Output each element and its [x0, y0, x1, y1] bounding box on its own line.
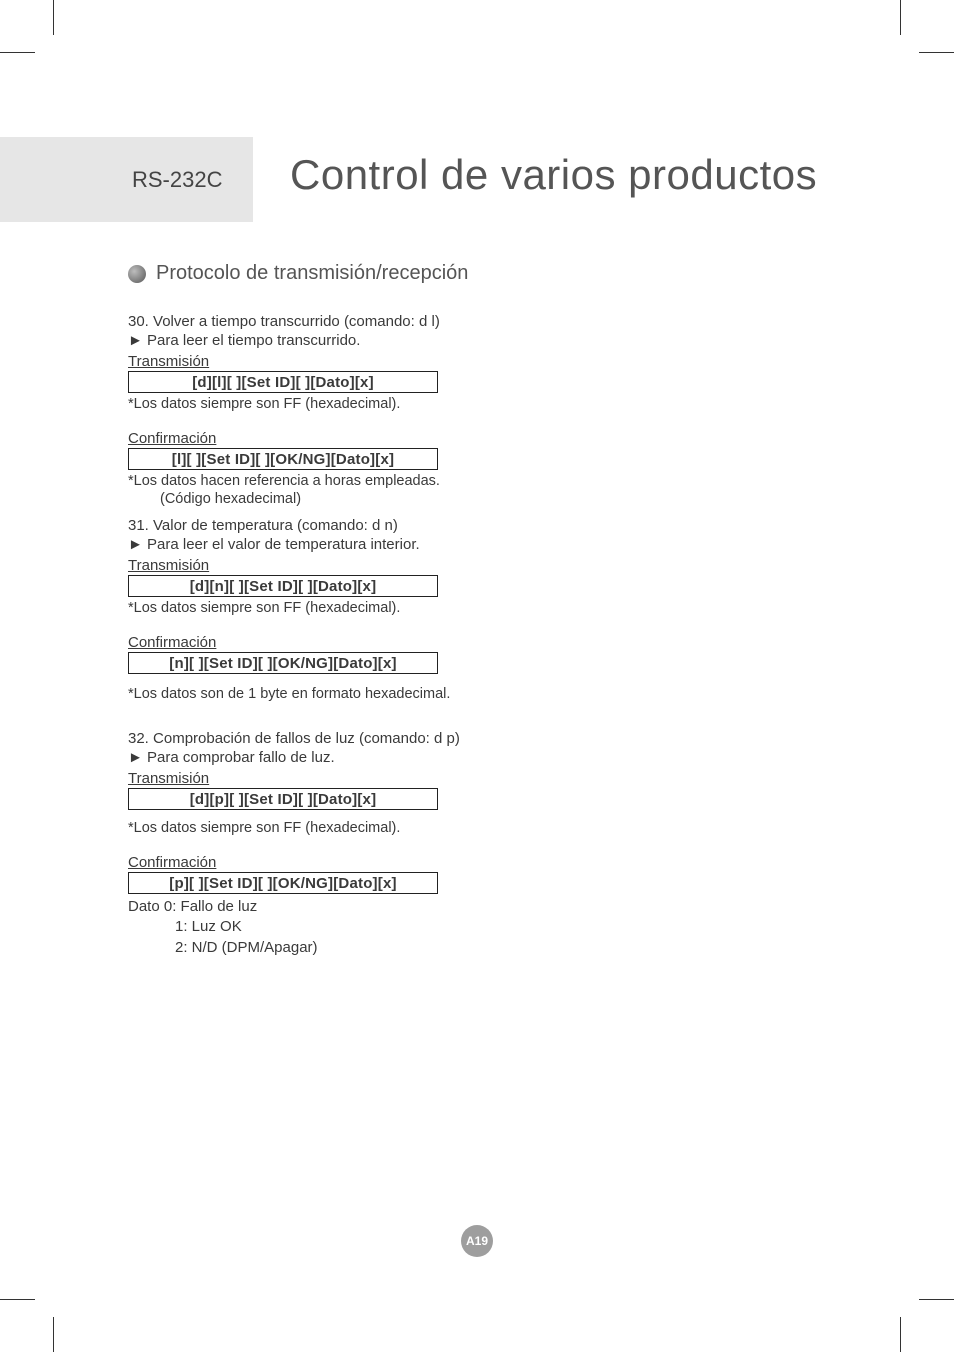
cmd31-tx-label: Transmisión	[128, 557, 848, 574]
crop-mark	[0, 1299, 35, 1300]
crop-mark	[900, 1317, 901, 1352]
page: RS-232C Control de varios productos Prot…	[0, 0, 954, 1352]
cmd30-cf-box: [l][ ][Set ID][ ][OK/NG][Dato][x]	[128, 448, 438, 470]
cmd30-cf-note1: *Los datos hacen referencia a horas empl…	[128, 473, 848, 489]
cmd32-cf-label: Confirmación	[128, 854, 848, 871]
page-number-badge: A19	[461, 1225, 493, 1257]
cmd30-cf-note2: (Código hexadecimal)	[160, 491, 848, 507]
cmd32-title: 32. Comprobación de fallos de luz (coman…	[128, 730, 848, 747]
cmd32-cf-box: [p][ ][Set ID][ ][OK/NG][Dato][x]	[128, 872, 438, 894]
cmd30-cf-label: Confirmación	[128, 430, 848, 447]
header-band: RS-232C Control de varios productos	[0, 137, 900, 222]
bullet-icon	[128, 265, 146, 283]
cmd32-dato-line2: 1: Luz OK	[175, 917, 848, 937]
cmd31-sub: ► Para leer el valor de temperatura inte…	[128, 536, 848, 553]
cmd32-tx-note: *Los datos siempre son FF (hexadecimal).	[128, 820, 848, 836]
cmd32-dato-block: Dato 0: Fallo de luz 1: Luz OK 2: N/D (D…	[128, 897, 848, 958]
crop-mark	[0, 52, 35, 53]
cmd30-tx-label: Transmisión	[128, 353, 848, 370]
cmd32-tx-label: Transmisión	[128, 770, 848, 787]
crop-mark	[53, 1317, 54, 1352]
crop-mark	[919, 52, 954, 53]
cmd32-dato-line1: Dato 0: Fallo de luz	[128, 897, 848, 917]
cmd30-title: 30. Volver a tiempo transcurrido (comand…	[128, 313, 848, 330]
cmd32-dato-line3: 2: N/D (DPM/Apagar)	[175, 938, 848, 958]
section-header: Protocolo de transmisión/recepción	[128, 262, 848, 285]
cmd31-tx-note: *Los datos siempre son FF (hexadecimal).	[128, 600, 848, 616]
cmd32-tx-box: [d][p][ ][Set ID][ ][Dato][x]	[128, 788, 438, 810]
cmd30-sub: ► Para leer el tiempo transcurrido.	[128, 332, 848, 349]
cmd32-sub: ► Para comprobar fallo de luz.	[128, 749, 848, 766]
header-label: RS-232C	[132, 167, 222, 193]
crop-mark	[900, 0, 901, 35]
crop-mark	[919, 1299, 954, 1300]
cmd31-cf-label: Confirmación	[128, 634, 848, 651]
content-area: Protocolo de transmisión/recepción 30. V…	[128, 262, 848, 958]
cmd31-cf-box: [n][ ][Set ID][ ][OK/NG][Dato][x]	[128, 652, 438, 674]
cmd30-tx-box: [d][l][ ][Set ID][ ][Dato][x]	[128, 371, 438, 393]
cmd31-tx-box: [d][n][ ][Set ID][ ][Dato][x]	[128, 575, 438, 597]
crop-mark	[53, 0, 54, 35]
page-number: A19	[466, 1234, 488, 1248]
section-title: Protocolo de transmisión/recepción	[156, 262, 468, 285]
cmd31-title: 31. Valor de temperatura (comando: d n)	[128, 517, 848, 534]
cmd30-tx-note: *Los datos siempre son FF (hexadecimal).	[128, 396, 848, 412]
page-title: Control de varios productos	[290, 151, 817, 199]
cmd31-cf-note: *Los datos son de 1 byte en formato hexa…	[128, 686, 848, 702]
